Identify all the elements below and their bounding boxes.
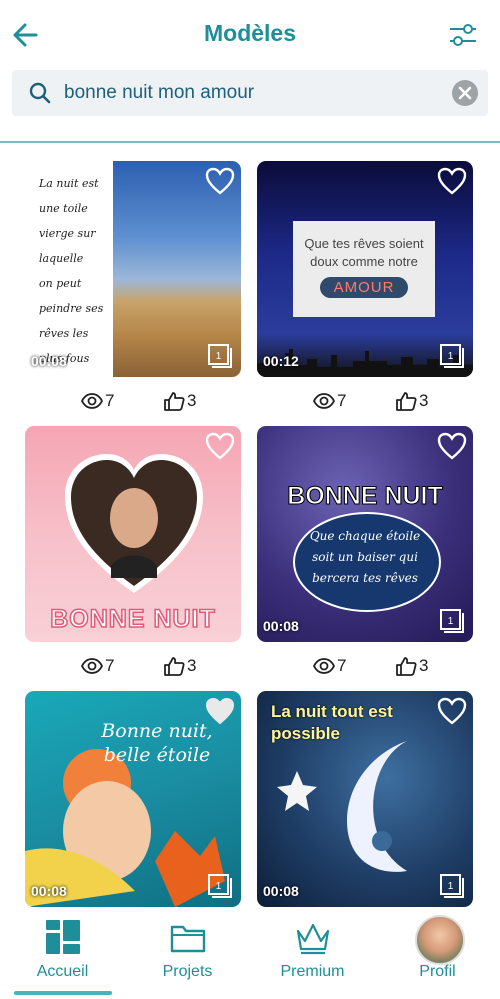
nav-label: Premium	[280, 963, 345, 980]
card-message: Que tes rêves soient doux comme notre	[304, 236, 424, 269]
views-stat: 7	[313, 388, 346, 414]
page-count-icon: 1	[440, 874, 464, 898]
duration-label: 00:08	[31, 353, 67, 369]
likes-count: 3	[419, 656, 429, 675]
likes-count: 3	[187, 656, 197, 675]
template-card[interactable]: BONNE NUIT Que chaque étoile soit un bai…	[257, 426, 473, 642]
template-card[interactable]: La nuit tout est possible 00:08 1	[257, 691, 473, 907]
page-title: Modèles	[203, 20, 297, 46]
eye-icon	[313, 658, 335, 674]
duration-label: 00:08	[263, 883, 299, 899]
search-bar	[12, 70, 488, 116]
template-card[interactable]: Bonne nuit, belle étoile 00:08 1	[25, 691, 241, 907]
views-count: 7	[337, 656, 347, 675]
favorite-heart-icon[interactable]	[437, 432, 467, 460]
likes-stat: 3	[395, 388, 428, 414]
search-icon	[29, 82, 51, 104]
active-tab-indicator	[14, 991, 112, 995]
divider	[0, 141, 500, 143]
dashboard-icon	[46, 920, 80, 954]
card-stats: 7 3	[257, 653, 473, 679]
bottom-nav: Accueil Projets Premium Profil	[0, 907, 500, 999]
message-box: Que tes rêves soient doux comme notre AM…	[293, 221, 435, 317]
views-stat: 7	[81, 388, 114, 414]
eye-icon	[313, 393, 335, 409]
card-subtitle: Que chaque étoile soit un baiser qui ber…	[309, 529, 421, 585]
page-count: 1	[216, 881, 222, 892]
likes-count: 3	[419, 391, 429, 410]
page-count-icon: 1	[208, 874, 232, 898]
card-title: La nuit tout est possible	[271, 702, 393, 743]
card-pill: AMOUR	[319, 277, 409, 298]
nav-item-accueil[interactable]: Accueil	[0, 907, 125, 999]
page-count-icon: 1	[440, 344, 464, 368]
folder-icon	[170, 925, 206, 953]
crown-icon	[296, 923, 330, 955]
poem-line: rêves les	[39, 327, 89, 340]
page-count-icon: 1	[440, 609, 464, 633]
likes-stat: 3	[163, 388, 196, 414]
page-count-icon: 1	[208, 344, 232, 368]
close-icon	[458, 86, 472, 100]
thumbs-up-icon	[396, 657, 417, 676]
thumbs-up-icon	[164, 392, 185, 411]
favorite-heart-icon[interactable]	[205, 697, 235, 725]
page-count: 1	[448, 616, 454, 627]
eye-icon	[81, 393, 103, 409]
favorite-heart-icon[interactable]	[205, 432, 235, 460]
duration-label: 00:08	[31, 883, 67, 899]
likes-stat: 3	[163, 653, 196, 679]
likes-count: 3	[187, 391, 197, 410]
avatar	[415, 915, 465, 965]
eye-icon	[81, 658, 103, 674]
page-count: 1	[448, 351, 454, 362]
card-poem: La nuit est une toile vierge sur laquell…	[39, 171, 117, 371]
favorite-heart-icon[interactable]	[437, 167, 467, 195]
filter-icon[interactable]	[448, 20, 478, 50]
nav-label: Accueil	[36, 963, 89, 980]
card-title: BONNE NUIT	[287, 482, 444, 511]
poem-line: une toile	[39, 202, 88, 215]
heart-portrait-frame	[65, 454, 203, 593]
poem-line: on peut	[39, 277, 82, 290]
likes-stat: 3	[395, 653, 428, 679]
poem-line: La nuit est	[39, 177, 99, 190]
search-input[interactable]	[64, 78, 444, 108]
thumbs-up-icon	[396, 392, 417, 411]
nav-item-profil[interactable]: Profil	[375, 907, 500, 999]
nav-item-projets[interactable]: Projets	[125, 907, 250, 999]
views-count: 7	[337, 391, 347, 410]
header: Modèles	[0, 0, 500, 70]
nav-label: Projets	[162, 963, 213, 980]
views-stat: 7	[313, 653, 346, 679]
favorite-heart-icon[interactable]	[205, 167, 235, 195]
template-card[interactable]: BONNE NUIT	[25, 426, 241, 642]
clear-search-button[interactable]	[452, 80, 478, 106]
poem-line: peindre ses	[39, 302, 104, 315]
page-count: 1	[448, 881, 454, 892]
template-card[interactable]: La nuit est une toile vierge sur laquell…	[25, 161, 241, 377]
poem-line: laquelle	[39, 252, 84, 265]
page-count: 1	[216, 351, 222, 362]
card-title: BONNE NUIT	[49, 604, 216, 634]
views-stat: 7	[81, 653, 114, 679]
card-title: Bonne nuit, belle étoile	[101, 720, 213, 766]
nav-label: Profil	[419, 963, 456, 980]
card-stats: 7 3	[25, 653, 241, 679]
favorite-heart-icon[interactable]	[437, 697, 467, 725]
thumbs-up-icon	[164, 657, 185, 676]
duration-label: 00:08	[263, 618, 299, 634]
card-stats: 7 3	[257, 388, 473, 414]
poem-line: vierge sur	[39, 227, 96, 240]
card-stats: 7 3	[25, 388, 241, 414]
nav-item-premium[interactable]: Premium	[250, 907, 375, 999]
duration-label: 00:12	[263, 353, 299, 369]
template-card[interactable]: Que tes rêves soient doux comme notre AM…	[257, 161, 473, 377]
views-count: 7	[105, 391, 115, 410]
views-count: 7	[105, 656, 115, 675]
